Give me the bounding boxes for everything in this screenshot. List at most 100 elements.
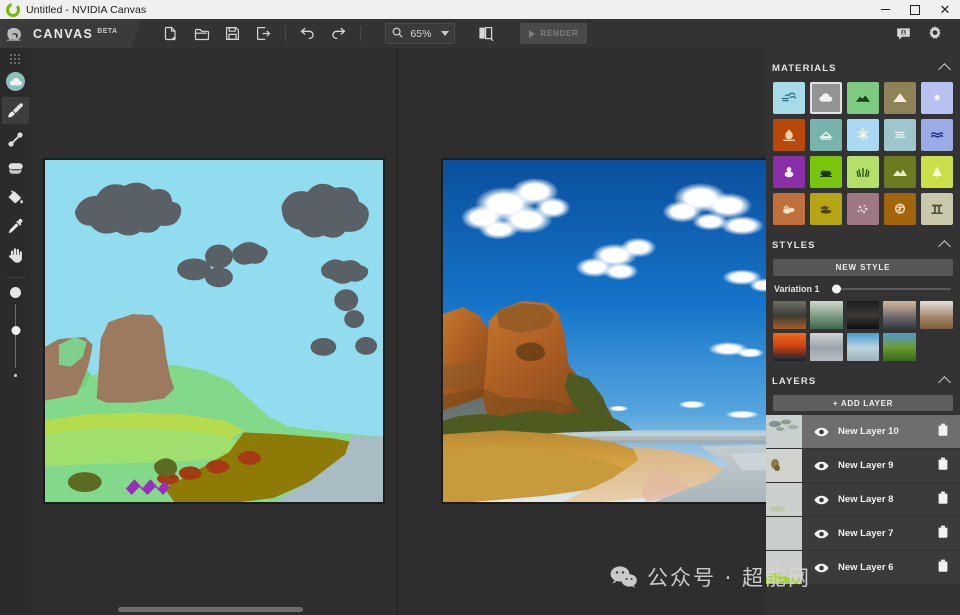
- rock-icon: [892, 201, 908, 217]
- material-bush[interactable]: [810, 156, 842, 188]
- material-gravel[interactable]: [847, 193, 879, 225]
- variation-slider[interactable]: [831, 284, 951, 294]
- material-grass[interactable]: [847, 156, 879, 188]
- nvidia-logo-icon: [6, 26, 25, 42]
- toolbar-divider-1: [285, 26, 287, 41]
- brush-size-knob[interactable]: [11, 326, 20, 335]
- style-thumb-9[interactable]: [883, 333, 917, 362]
- render-button[interactable]: RENDER: [520, 23, 588, 44]
- eyedropper-tool[interactable]: [2, 213, 29, 240]
- style-thumb-8[interactable]: [846, 333, 880, 362]
- redo-button[interactable]: [323, 19, 354, 48]
- style-thumb-6[interactable]: [773, 333, 806, 362]
- hill-icon: [855, 90, 871, 106]
- material-fog[interactable]: [810, 119, 842, 151]
- style-thumb-5[interactable]: [920, 301, 953, 330]
- brand-name: CANVAS: [33, 26, 94, 41]
- material-snow[interactable]: [847, 119, 879, 151]
- layers-section-header[interactable]: LAYERS: [766, 370, 960, 392]
- hills-icon: [892, 164, 908, 180]
- trash-icon[interactable]: [937, 525, 949, 543]
- trash-icon[interactable]: [937, 491, 949, 509]
- layers-list: New Layer 10 New Layer 9 New Layer 8 New La…: [766, 415, 960, 585]
- feedback-button[interactable]: [888, 19, 919, 48]
- style-thumb-4[interactable]: [883, 301, 917, 330]
- export-button[interactable]: [248, 19, 279, 48]
- open-file-button[interactable]: [186, 19, 217, 48]
- material-flowers[interactable]: [773, 156, 805, 188]
- drag-grip-icon[interactable]: [9, 54, 22, 64]
- zoom-control[interactable]: 65%: [385, 23, 456, 44]
- material-ruins[interactable]: [921, 193, 953, 225]
- line-tool[interactable]: [2, 126, 29, 153]
- rendered-canvas[interactable]: [441, 158, 784, 504]
- undo-button[interactable]: [292, 19, 323, 48]
- save-file-button[interactable]: [217, 19, 248, 48]
- render-pane: [398, 48, 960, 615]
- material-sun[interactable]: [921, 82, 953, 114]
- trash-icon[interactable]: [937, 559, 949, 577]
- brush-size-slider[interactable]: [10, 287, 21, 377]
- eye-icon[interactable]: [811, 495, 831, 505]
- eyedropper-icon: [8, 218, 23, 234]
- toolbar-divider-2: [360, 26, 362, 41]
- material-swatch-tool[interactable]: [2, 68, 29, 95]
- style-thumb-3[interactable]: [846, 301, 880, 330]
- layer-row[interactable]: New Layer 8: [766, 483, 960, 517]
- paint-brush-tool[interactable]: [2, 97, 29, 124]
- style-thumb-2[interactable]: [809, 301, 843, 330]
- sketch-canvas[interactable]: [43, 158, 385, 504]
- material-dirt[interactable]: [810, 193, 842, 225]
- layer-row[interactable]: New Layer 9: [766, 449, 960, 483]
- title-bar: Untitled - NVIDIA Canvas ✕: [0, 0, 960, 19]
- layer-row[interactable]: New Layer 6: [766, 551, 960, 585]
- window-controls: ✕: [870, 0, 960, 19]
- minimize-button[interactable]: [870, 0, 900, 19]
- chevron-up-icon[interactable]: [938, 376, 951, 390]
- layer-row[interactable]: New Layer 7: [766, 517, 960, 551]
- trash-icon[interactable]: [937, 457, 949, 475]
- brush-size-max-dot: [10, 287, 21, 298]
- eye-icon[interactable]: [811, 427, 831, 437]
- style-thumb-1[interactable]: [773, 301, 806, 330]
- chevron-up-icon[interactable]: [938, 63, 951, 76]
- add-layer-button[interactable]: + ADD LAYER: [773, 395, 953, 412]
- material-sand[interactable]: [773, 193, 805, 225]
- style-thumb-7[interactable]: [809, 333, 843, 362]
- eraser-icon: [8, 163, 23, 174]
- settings-button[interactable]: [919, 19, 950, 48]
- fill-bucket-tool[interactable]: [2, 184, 29, 211]
- material-water[interactable]: [884, 119, 916, 151]
- nvidia-canvas-window: Untitled - NVIDIA Canvas ✕ CANVAS BETA 6…: [0, 0, 960, 615]
- material-mountain[interactable]: [884, 82, 916, 114]
- chevron-up-icon[interactable]: [938, 240, 951, 253]
- material-sea[interactable]: [921, 119, 953, 151]
- material-rock[interactable]: [884, 193, 916, 225]
- material-sky[interactable]: [773, 82, 805, 114]
- new-style-button[interactable]: NEW STYLE: [773, 259, 953, 276]
- styles-section-header[interactable]: STYLES: [766, 234, 960, 256]
- eraser-tool[interactable]: [2, 155, 29, 182]
- new-file-button[interactable]: [155, 19, 186, 48]
- split-view-button[interactable]: [471, 19, 502, 48]
- sketch-artwork: [45, 160, 383, 502]
- zoom-value: 65%: [410, 27, 432, 40]
- material-fire[interactable]: [773, 119, 805, 151]
- trash-icon[interactable]: [937, 423, 949, 441]
- material-tree[interactable]: [921, 156, 953, 188]
- eye-icon[interactable]: [811, 529, 831, 539]
- material-cloud[interactable]: [810, 82, 842, 114]
- material-hills[interactable]: [884, 156, 916, 188]
- materials-section-header[interactable]: MATERIALS: [766, 57, 960, 79]
- eye-icon[interactable]: [811, 563, 831, 573]
- material-hill[interactable]: [847, 82, 879, 114]
- brush-size-track[interactable]: [11, 304, 20, 368]
- pan-hand-tool[interactable]: [2, 242, 29, 269]
- chevron-down-icon[interactable]: [441, 31, 450, 36]
- layer-row[interactable]: New Layer 10: [766, 415, 960, 449]
- close-button[interactable]: ✕: [930, 0, 960, 19]
- variation-slider-knob[interactable]: [831, 284, 841, 294]
- horizontal-scrollbar-left[interactable]: [118, 607, 303, 612]
- maximize-button[interactable]: [900, 0, 930, 19]
- eye-icon[interactable]: [811, 461, 831, 471]
